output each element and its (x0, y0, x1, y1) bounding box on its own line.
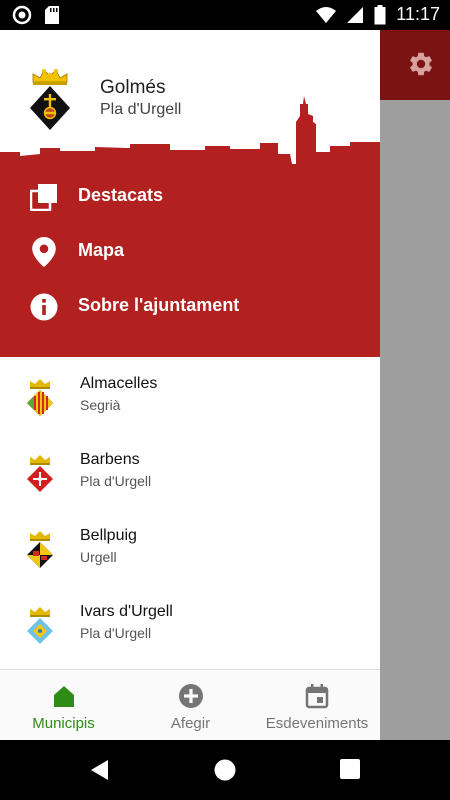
menu-item-sobre-ajuntament[interactable]: Sobre l'ajuntament (0, 279, 380, 334)
almacelles-coat-of-arms-icon (26, 379, 54, 417)
tab-afegir[interactable]: Afegir (127, 670, 254, 740)
location-pin-icon (29, 237, 59, 267)
ivars-urgell-coat-of-arms-icon (27, 607, 53, 644)
system-navigation-bar (0, 740, 450, 800)
info-icon (29, 292, 59, 322)
list-item-almacelles[interactable]: Almacelles Segrià (0, 357, 380, 433)
barbens-coat-of-arms-icon (27, 455, 53, 492)
tab-esdeveniments[interactable]: Esdeveniments (254, 670, 380, 740)
gear-icon[interactable] (407, 50, 435, 78)
back-icon[interactable] (88, 758, 112, 782)
municipality-name: Ivars d'Urgell (80, 603, 173, 620)
home-icon (53, 686, 74, 707)
selected-town-region: Pla d'Urgell (100, 101, 182, 118)
municipality-region: Pla d'Urgell (80, 625, 152, 641)
list-item-ivars-urgell[interactable]: Ivars d'Urgell Pla d'Urgell (0, 585, 380, 661)
background-content (380, 100, 450, 740)
menu-item-label: Sobre l'ajuntament (78, 295, 240, 315)
municipality-region: Urgell (80, 549, 117, 565)
add-circle-icon (178, 684, 203, 708)
list-item-barbens[interactable]: Barbens Pla d'Urgell (0, 433, 380, 509)
record-icon (12, 5, 32, 25)
copy-icon (29, 182, 59, 212)
menu-item-label: Mapa (78, 240, 125, 260)
menu-item-destacats[interactable]: Destacats (0, 169, 380, 224)
municipality-region: Segrià (80, 397, 121, 413)
selected-town-name: Golmés (100, 77, 166, 98)
municipality-name: Barbens (80, 451, 140, 468)
drawer-header: Golmés Pla d'Urgell Destacats Mapa Sobre… (0, 30, 380, 357)
municipality-name: Bellpuig (80, 527, 137, 544)
home-circle-icon[interactable] (213, 758, 237, 782)
calendar-icon (305, 684, 329, 709)
list-item-bellpuig[interactable]: Bellpuig Urgell (0, 509, 380, 585)
status-bar: 11:17 (0, 0, 450, 30)
golmes-coat-of-arms-icon (30, 69, 70, 130)
status-time: 11:17 (396, 4, 440, 24)
recents-icon[interactable] (339, 758, 361, 780)
menu-item-mapa[interactable]: Mapa (0, 224, 380, 279)
menu-item-label: Destacats (78, 185, 164, 205)
bellpuig-coat-of-arms-icon (27, 531, 53, 568)
tab-label: Afegir (170, 715, 211, 732)
wifi-icon (316, 6, 337, 23)
signal-icon (347, 6, 364, 23)
tab-label: Municipis (32, 715, 95, 732)
tab-municipis[interactable]: Municipis (0, 670, 127, 740)
municipality-region: Pla d'Urgell (80, 473, 152, 489)
sd-card-icon (45, 6, 59, 24)
tab-label: Esdeveniments (265, 715, 369, 732)
background-toolbar (380, 30, 450, 100)
bottom-navigation: Municipis Afegir Esdeveniments (0, 669, 380, 740)
navigation-drawer: Golmés Pla d'Urgell Destacats Mapa Sobre… (0, 30, 380, 740)
municipality-name: Almacelles (80, 375, 158, 392)
municipality-list: Almacelles Segrià Barbens Pla d'Urgell B… (0, 357, 380, 669)
battery-icon (374, 4, 386, 24)
